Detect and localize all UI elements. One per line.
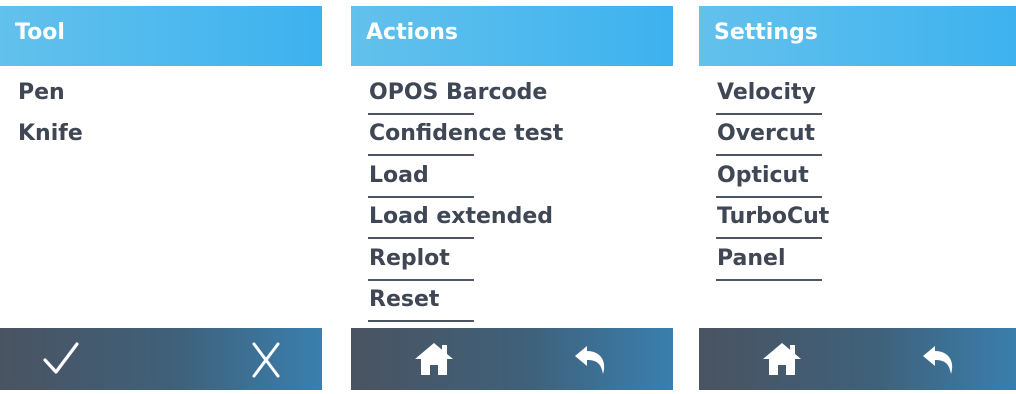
setting-turbocut[interactable]: TurboCut bbox=[717, 204, 829, 230]
home-icon bbox=[763, 343, 801, 375]
action-reset[interactable]: Reset bbox=[369, 287, 439, 313]
action-load-extended[interactable]: Load extended bbox=[369, 204, 553, 230]
tool-item-knife[interactable]: Knife bbox=[18, 121, 83, 147]
home-button[interactable] bbox=[413, 338, 455, 380]
back-button[interactable] bbox=[919, 338, 961, 380]
item-divider bbox=[368, 113, 474, 115]
setting-velocity[interactable]: Velocity bbox=[717, 80, 816, 106]
tool-item-pen[interactable]: Pen bbox=[18, 80, 65, 106]
action-load[interactable]: Load bbox=[369, 163, 429, 189]
item-divider bbox=[716, 279, 822, 281]
settings-header: Settings bbox=[699, 6, 1016, 66]
action-opos-barcode[interactable]: OPOS Barcode bbox=[369, 80, 547, 106]
tool-header: Tool bbox=[0, 6, 322, 66]
home-button[interactable] bbox=[761, 338, 803, 380]
setting-panel[interactable]: Panel bbox=[717, 246, 786, 272]
action-confidence-test[interactable]: Confidence test bbox=[369, 121, 563, 147]
settings-panel: Settings Velocity Overcut Opticut TurboC… bbox=[699, 6, 1016, 390]
item-divider bbox=[368, 196, 474, 198]
action-replot[interactable]: Replot bbox=[369, 246, 450, 272]
tool-title: Tool bbox=[15, 20, 65, 45]
check-icon bbox=[43, 342, 79, 374]
actions-panel: Actions OPOS Barcode Confidence test Loa… bbox=[351, 6, 673, 390]
home-icon bbox=[415, 343, 453, 375]
back-button[interactable] bbox=[571, 338, 613, 380]
settings-title: Settings bbox=[714, 20, 818, 45]
confirm-button[interactable] bbox=[40, 338, 82, 380]
cancel-button[interactable] bbox=[245, 338, 287, 380]
tool-panel: Tool Pen Knife bbox=[0, 6, 322, 390]
tool-footer bbox=[0, 328, 322, 390]
item-divider bbox=[716, 154, 822, 156]
item-divider bbox=[368, 320, 474, 322]
item-divider bbox=[368, 237, 474, 239]
item-divider bbox=[368, 154, 474, 156]
actions-header: Actions bbox=[351, 6, 673, 66]
item-divider bbox=[368, 279, 474, 281]
settings-footer bbox=[699, 328, 1016, 390]
back-arrow-icon bbox=[923, 346, 953, 374]
actions-title: Actions bbox=[366, 20, 458, 45]
setting-opticut[interactable]: Opticut bbox=[717, 163, 809, 189]
item-divider bbox=[716, 237, 822, 239]
setting-overcut[interactable]: Overcut bbox=[717, 121, 815, 147]
item-divider bbox=[716, 113, 822, 115]
actions-footer bbox=[351, 328, 673, 390]
x-icon bbox=[252, 342, 280, 378]
item-divider bbox=[716, 196, 822, 198]
back-arrow-icon bbox=[575, 346, 605, 374]
